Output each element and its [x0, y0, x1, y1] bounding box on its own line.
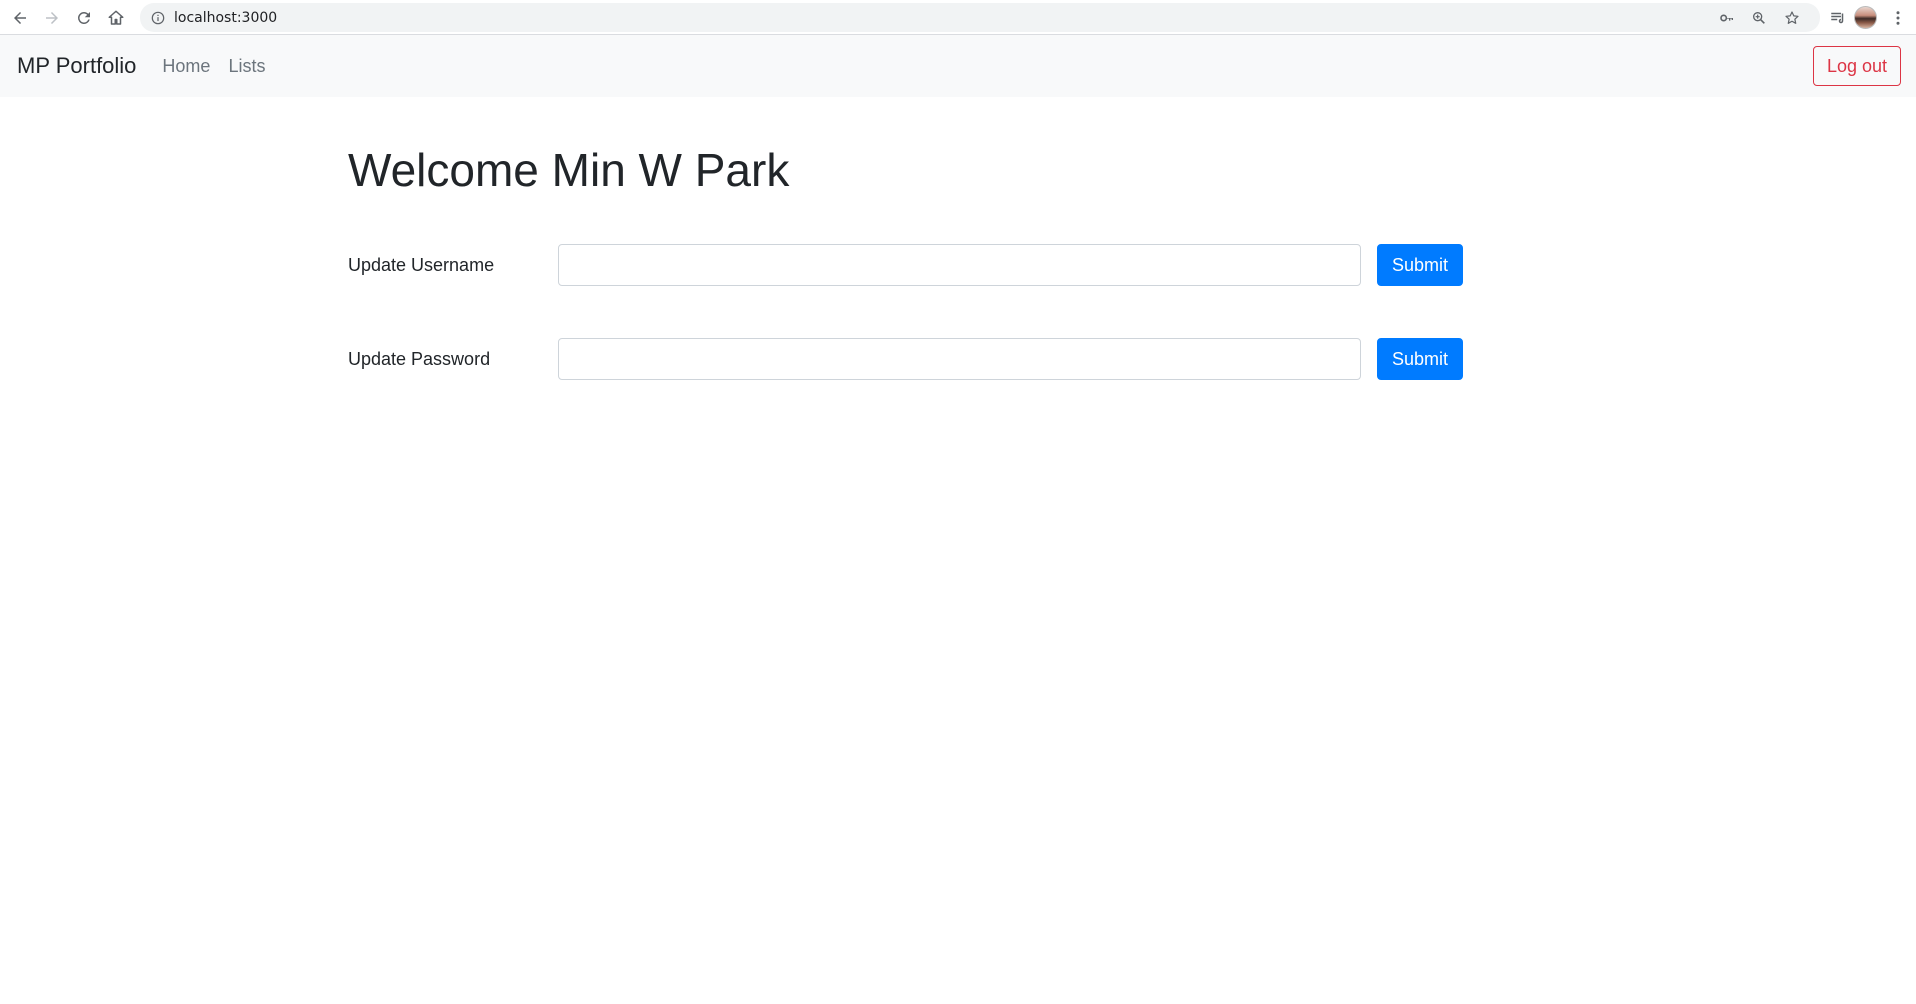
info-icon[interactable]	[150, 10, 166, 26]
update-username-label: Update Username	[348, 254, 495, 275]
address-bar[interactable]: localhost:3000	[140, 3, 1820, 32]
logout-button[interactable]: Log out	[1812, 46, 1901, 86]
avatar[interactable]	[1854, 6, 1877, 29]
reload-icon[interactable]	[72, 6, 96, 30]
submit-password-button[interactable]: Submit	[1377, 338, 1464, 381]
update-password-label: Update Password	[348, 348, 491, 369]
brand-link[interactable]: MP Portfolio	[17, 53, 136, 79]
browser-toolbar: localhost:3000	[0, 0, 1916, 35]
nav-link-home[interactable]: Home	[162, 56, 210, 77]
zoom-icon[interactable]	[1749, 8, 1769, 28]
update-username-row: Update Username Submit	[348, 243, 1468, 287]
username-input[interactable]	[558, 244, 1361, 287]
reading-list-icon[interactable]	[1826, 6, 1850, 30]
main-content: Welcome Min W Park Update Username Submi…	[348, 97, 1468, 381]
password-input[interactable]	[558, 338, 1361, 381]
page-title: Welcome Min W Park	[348, 144, 790, 196]
forward-icon[interactable]	[40, 6, 64, 30]
back-icon[interactable]	[8, 6, 32, 30]
home-icon[interactable]	[104, 6, 128, 30]
star-icon[interactable]	[1782, 8, 1802, 28]
url-text: localhost:3000	[174, 9, 278, 26]
update-password-row: Update Password Submit	[348, 337, 1468, 381]
submit-username-button[interactable]: Submit	[1377, 244, 1464, 287]
key-icon[interactable]	[1717, 8, 1737, 28]
app-navbar: MP Portfolio Home Lists Log out	[0, 35, 1916, 97]
nav-link-lists[interactable]: Lists	[228, 56, 265, 77]
menu-icon[interactable]	[1886, 6, 1910, 30]
